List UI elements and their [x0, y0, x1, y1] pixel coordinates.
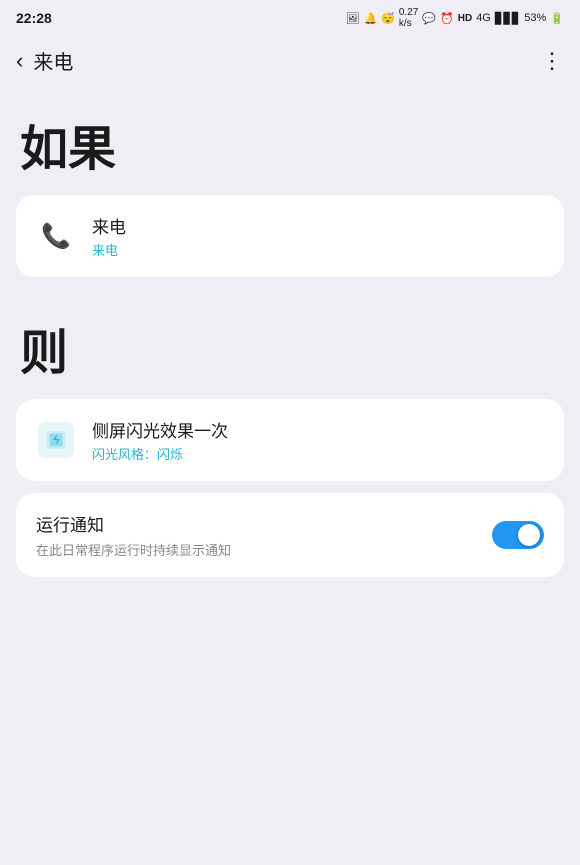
incoming-call-subtitle: 来电	[92, 240, 544, 259]
flash-svg	[45, 429, 67, 451]
gallery-icon: 🖼	[345, 12, 359, 25]
incoming-call-title: 来电	[92, 213, 544, 238]
notification-card: 运行通知 在此日常程序运行时持续显示通知	[16, 493, 564, 577]
notification-toggle[interactable]	[492, 521, 544, 549]
incoming-call-card[interactable]: 📞 来电 来电	[16, 195, 564, 277]
signal-bars: ▊▊▊	[495, 12, 520, 25]
flash-icon	[38, 422, 74, 458]
more-options-button[interactable]: ⋮	[541, 48, 564, 74]
flash-card-text: 侧屏闪光效果一次 闪光风格：闪烁	[92, 417, 544, 463]
alarm-icon: ⏰	[440, 12, 454, 25]
flash-effect-card[interactable]: 侧屏闪光效果一次 闪光风格：闪烁	[16, 399, 564, 481]
speed-text: 0.27k/s	[399, 7, 418, 29]
status-bar: 22:28 🖼 🔔 😴 0.27k/s 💬 ⏰ HD 4G ▊▊▊ 53% 🔋	[0, 0, 580, 36]
network-type: 4G	[476, 12, 491, 24]
notification-subtitle: 在此日常程序运行时持续显示通知	[36, 540, 492, 559]
if-section-heading: 如果	[0, 85, 580, 195]
notification-text: 运行通知 在此日常程序运行时持续显示通知	[36, 511, 492, 559]
page-title: 来电	[33, 46, 73, 75]
back-button[interactable]: ‹	[16, 50, 23, 72]
battery-icon: 🔋	[550, 12, 564, 25]
notification-title: 运行通知	[36, 511, 492, 536]
battery-percent: 53%	[524, 12, 546, 24]
toggle-knob	[518, 524, 540, 546]
flash-card-row: 侧屏闪光效果一次 闪光风格：闪烁	[36, 417, 544, 463]
status-time: 22:28	[16, 10, 52, 26]
toggle-slider	[492, 521, 544, 549]
phone-icon-container: 📞	[36, 216, 76, 256]
then-section-heading: 则	[0, 289, 580, 399]
incoming-call-text: 来电 来电	[92, 213, 544, 259]
flash-icon-container	[36, 420, 76, 460]
status-icons: 🖼 🔔 😴 0.27k/s 💬 ⏰ HD 4G ▊▊▊ 53% 🔋	[345, 7, 564, 29]
top-bar-left: ‹ 来电	[16, 46, 73, 75]
dnd-icon: 😴	[381, 12, 395, 25]
hd-badge: HD	[458, 13, 472, 24]
phone-icon: 📞	[41, 222, 71, 251]
flash-effect-subtitle: 闪光风格：闪烁	[92, 444, 544, 463]
card-row: 📞 来电 来电	[36, 213, 544, 259]
flash-effect-title: 侧屏闪光效果一次	[92, 417, 544, 442]
message-icon: 💬	[422, 12, 436, 25]
top-bar: ‹ 来电 ⋮	[0, 36, 580, 85]
bluetooth-icon: 🔔	[363, 12, 377, 25]
